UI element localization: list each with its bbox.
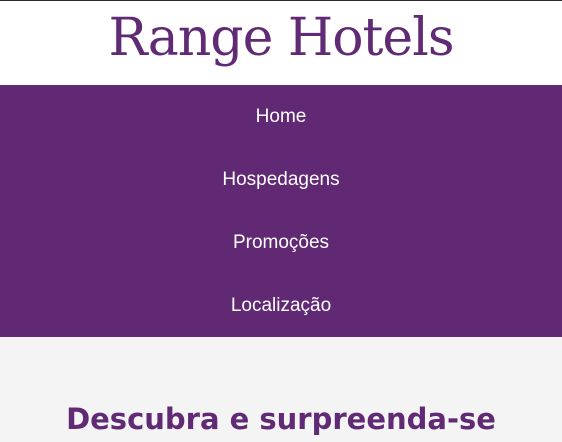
brand-logo[interactable]: Range Hotels <box>0 6 562 70</box>
main-navigation: Home Hospedagens Promoções Localização <box>0 85 562 337</box>
site-header: Range Hotels <box>0 0 562 85</box>
section-heading: Descubra e surpreenda-se <box>66 402 496 436</box>
nav-item-home[interactable]: Home <box>0 85 562 148</box>
page: Range Hotels Home Hospedagens Promoções … <box>0 0 562 442</box>
nav-item-hospedagens[interactable]: Hospedagens <box>0 148 562 211</box>
main-content: Descubra e surpreenda-se <box>0 337 562 442</box>
nav-item-promocoes[interactable]: Promoções <box>0 211 562 274</box>
nav-item-localizacao[interactable]: Localização <box>0 274 562 337</box>
